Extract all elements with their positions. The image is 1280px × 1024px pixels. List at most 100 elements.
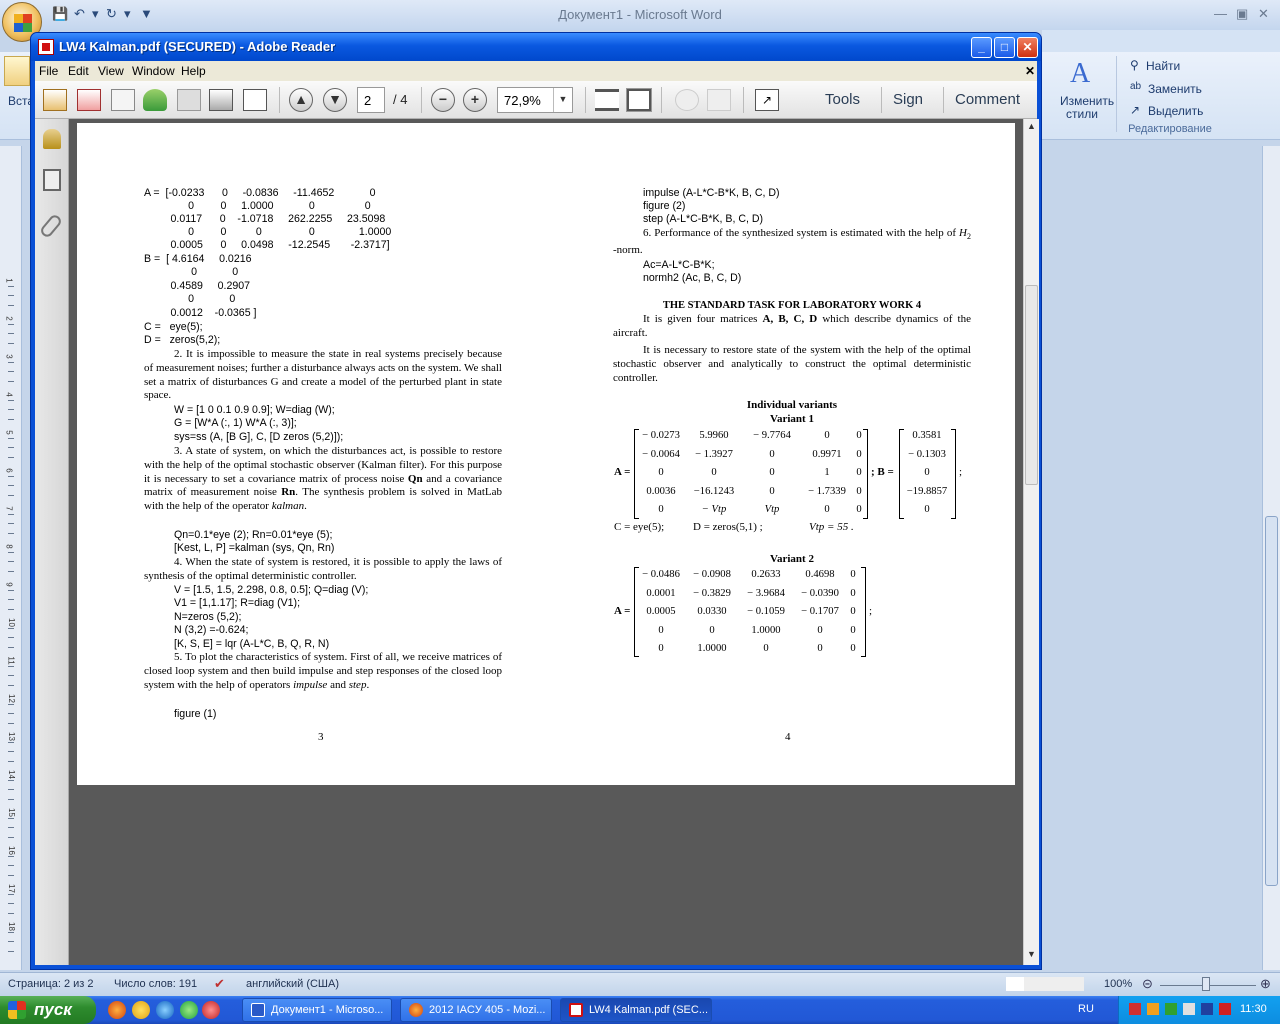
page-number-input[interactable]: 2: [357, 87, 385, 113]
scroll-down-icon[interactable]: ▼: [1027, 949, 1036, 959]
word-minimize-icon[interactable]: —: [1214, 6, 1227, 21]
word-close-icon[interactable]: ✕: [1258, 6, 1269, 22]
word-scroll-thumb[interactable]: [1265, 516, 1278, 886]
redo-dropdown-icon[interactable]: ▾: [124, 6, 131, 22]
word-vertical-scrollbar[interactable]: [1262, 146, 1280, 970]
word-maximize-icon[interactable]: ▣: [1236, 6, 1248, 22]
tray-icon[interactable]: [1129, 1003, 1141, 1015]
pdf-scroll-thumb[interactable]: [1025, 285, 1038, 485]
change-styles-label-2[interactable]: стили: [1066, 107, 1098, 121]
sign-button[interactable]: Sign: [893, 91, 923, 108]
save-icon[interactable]: [177, 89, 201, 111]
matrix-cell: 0: [817, 624, 823, 636]
p6-sub: 2: [967, 232, 971, 242]
fit-page-icon[interactable]: [626, 88, 652, 112]
standard-task-title: THE STANDARD TASK FOR LABORATORY WORK 4: [662, 300, 922, 311]
zoom-dropdown-icon[interactable]: ▼: [553, 88, 572, 112]
language-indicator[interactable]: RU: [1078, 1003, 1094, 1015]
zoom-slider-thumb[interactable]: [1202, 977, 1210, 991]
customize-qat-icon[interactable]: ▼: [140, 6, 153, 21]
tools-button[interactable]: Tools: [825, 91, 860, 108]
status-words[interactable]: Число слов: 191: [114, 978, 197, 990]
firefox-icon[interactable]: [108, 1001, 126, 1019]
proofing-icon[interactable]: ✔: [214, 976, 225, 992]
volume-icon[interactable]: [1201, 1003, 1213, 1015]
minimize-button[interactable]: _: [971, 37, 992, 58]
attachment-icon[interactable]: [38, 212, 64, 240]
close-document-icon[interactable]: ✕: [1025, 64, 1035, 78]
adobe-title-bar[interactable]: LW4 Kalman.pdf (SECURED) - Adobe Reader …: [31, 33, 1041, 61]
tray-icon[interactable]: [1165, 1003, 1177, 1015]
comment-button[interactable]: Comment: [955, 91, 1020, 108]
taskbar-item-firefox[interactable]: 2012 IACУ 405 - Mozi...: [400, 998, 552, 1022]
v1-semicolon: ;: [959, 466, 963, 478]
find-button[interactable]: Найти: [1146, 59, 1180, 73]
start-button[interactable]: пуск: [0, 996, 96, 1024]
tray-icon[interactable]: [1147, 1003, 1159, 1015]
styles-icon[interactable]: A: [1070, 58, 1090, 90]
v2-semicolon: ;: [869, 605, 873, 617]
fullscreen-icon[interactable]: ↗: [755, 89, 779, 111]
replace-button[interactable]: Заменить: [1148, 82, 1202, 96]
save-icon[interactable]: 💾: [52, 6, 68, 22]
ruler-number: 6: [4, 468, 14, 473]
lock-icon[interactable]: [43, 129, 61, 149]
quicklaunch-icon[interactable]: [132, 1001, 150, 1019]
p3-text: .: [304, 500, 307, 513]
status-zoom[interactable]: 100%: [1104, 978, 1132, 990]
menu-window[interactable]: Window: [132, 64, 175, 78]
paste-icon[interactable]: [4, 56, 30, 86]
zoom-in-icon[interactable]: +: [463, 88, 487, 112]
status-language[interactable]: английский (США): [246, 978, 339, 990]
menu-help[interactable]: Help: [181, 64, 206, 78]
menu-view[interactable]: View: [98, 64, 124, 78]
redo-icon[interactable]: ↻: [106, 6, 117, 22]
taskbar-item-adobe[interactable]: LW4 Kalman.pdf (SEC...: [560, 998, 712, 1022]
taskbar-item-word[interactable]: Документ1 - Microso...: [242, 998, 392, 1022]
opera-icon[interactable]: [202, 1001, 220, 1019]
quicklaunch-icon[interactable]: [180, 1001, 198, 1019]
create-pdf-icon[interactable]: [43, 89, 67, 111]
tray-icon[interactable]: [1219, 1003, 1231, 1015]
tray-icon[interactable]: [1183, 1003, 1195, 1015]
p6-h: H: [959, 227, 967, 239]
comment-bubble-icon[interactable]: [675, 89, 699, 111]
next-page-icon[interactable]: ▼: [323, 88, 347, 112]
change-styles-label-1[interactable]: Изменить: [1060, 94, 1114, 108]
scroll-up-icon[interactable]: ▲: [1027, 121, 1036, 131]
taskbar-item-label: 2012 IACУ 405 - Mozi...: [429, 1004, 546, 1016]
status-page[interactable]: Страница: 2 из 2: [8, 978, 94, 990]
matrix-cell: 0: [658, 467, 664, 478]
upload-icon[interactable]: [143, 89, 167, 111]
email-icon[interactable]: [243, 89, 267, 111]
menu-edit[interactable]: Edit: [68, 64, 89, 78]
highlight-icon[interactable]: [707, 89, 731, 111]
close-button[interactable]: ✕: [1017, 37, 1038, 58]
view-buttons-icon[interactable]: [1006, 977, 1084, 991]
zoom-out-icon[interactable]: ⊝: [1142, 976, 1153, 992]
create-icon[interactable]: [77, 89, 101, 111]
print-icon[interactable]: [209, 89, 233, 111]
ruler-tick: [8, 475, 14, 477]
v1-d: D = zeros(5,1) ;: [693, 521, 763, 533]
maximize-button[interactable]: □: [994, 37, 1015, 58]
clock[interactable]: 11:30: [1240, 1003, 1267, 1015]
find-icon[interactable]: ⚲: [1130, 58, 1139, 72]
zoom-in-icon[interactable]: ⊕: [1260, 976, 1271, 992]
edit-icon[interactable]: [111, 89, 135, 111]
ruler-tick: [8, 418, 14, 420]
undo-dropdown-icon[interactable]: ▾: [92, 6, 99, 22]
menu-file[interactable]: File: [39, 64, 58, 78]
select-button[interactable]: Выделить: [1148, 104, 1203, 118]
quicklaunch-icon[interactable]: [156, 1001, 174, 1019]
code-line: [K, S, E] = lqr (A-L*C, B, Q, R, N): [174, 638, 330, 650]
replace-icon[interactable]: ab: [1130, 81, 1141, 92]
fit-width-icon[interactable]: [595, 89, 619, 111]
select-icon[interactable]: ↗: [1130, 103, 1140, 117]
pages-icon[interactable]: [43, 169, 61, 191]
pdf-vertical-scrollbar[interactable]: ▲ ▼: [1023, 119, 1039, 965]
zoom-out-icon[interactable]: −: [431, 88, 455, 112]
undo-icon[interactable]: ↶: [74, 6, 85, 22]
previous-page-icon[interactable]: ▲: [289, 88, 313, 112]
p3-qn: Qn: [407, 472, 423, 485]
